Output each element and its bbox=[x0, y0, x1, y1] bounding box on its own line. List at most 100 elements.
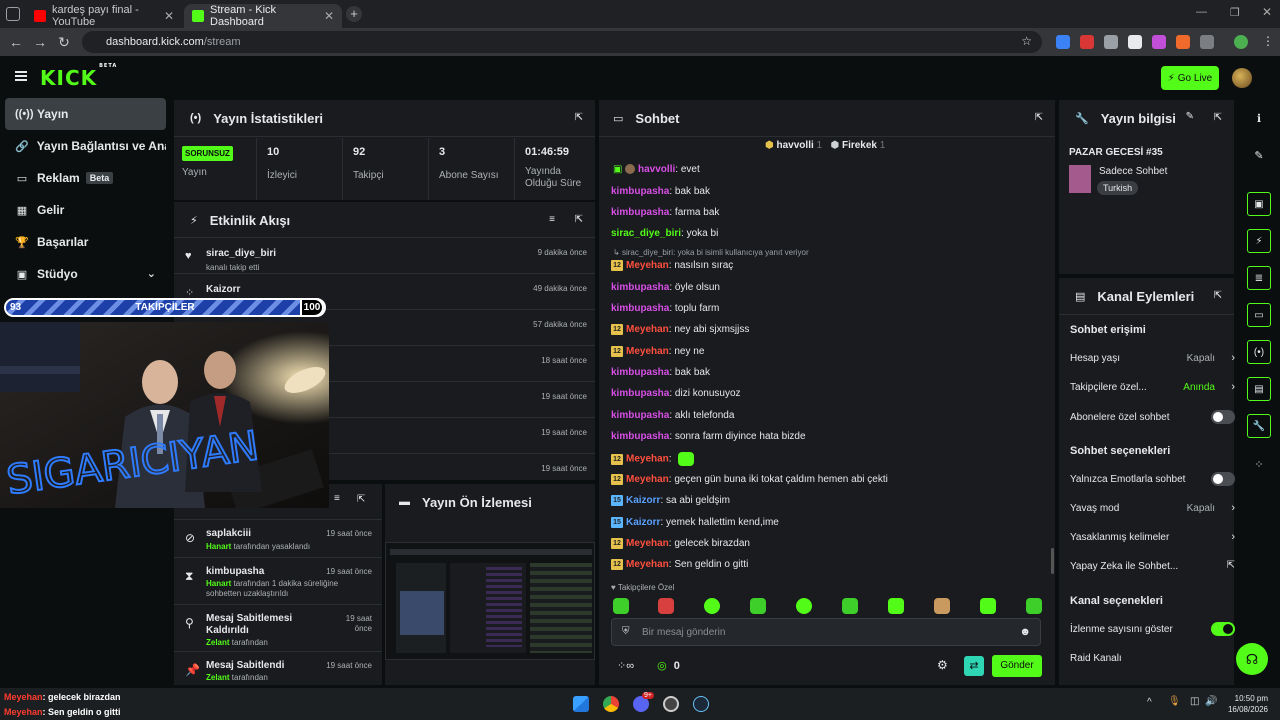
close-tab-icon[interactable]: ✕ bbox=[164, 9, 174, 23]
sidebar-item-reklam[interactable]: ▭ Reklam Beta bbox=[5, 162, 166, 194]
kebab-menu-icon[interactable]: ⋮ bbox=[1262, 34, 1274, 48]
minimize-button[interactable]: — bbox=[1196, 6, 1207, 18]
banned-words-setting[interactable]: Yasaklanmış kelimeler › bbox=[1070, 531, 1235, 543]
chat-username[interactable]: Meyehan bbox=[626, 346, 669, 357]
quick-emote-button[interactable]: ⇄ bbox=[964, 656, 984, 676]
steam-icon[interactable] bbox=[693, 696, 709, 712]
forward-icon[interactable]: → bbox=[28, 34, 52, 50]
emoji-icon[interactable]: ☻ bbox=[1019, 626, 1031, 638]
url-field[interactable]: dashboard.kick.com/stream ☆ bbox=[82, 31, 1042, 53]
rail-activity-icon[interactable]: ⚡ bbox=[1247, 229, 1271, 253]
sidebar-item-studyo[interactable]: ▣ Stüdyo ⌄ bbox=[5, 258, 166, 290]
emote-icon[interactable] bbox=[1026, 598, 1042, 614]
profile-icon[interactable] bbox=[1234, 35, 1248, 49]
chat-username[interactable]: kimbupasha bbox=[611, 410, 669, 421]
rail-stats-icon[interactable]: ▣ bbox=[1247, 192, 1271, 216]
emote-icon[interactable] bbox=[704, 598, 720, 614]
extension-icon[interactable] bbox=[1104, 35, 1118, 49]
chat-username[interactable]: Meyehan bbox=[626, 559, 669, 570]
chat-username[interactable]: kimbupasha bbox=[611, 186, 669, 197]
reload-icon[interactable]: ↻ bbox=[52, 34, 76, 51]
popout-icon[interactable]: ⇱ bbox=[357, 494, 365, 505]
extension-icon[interactable] bbox=[1080, 35, 1094, 49]
chat-username[interactable]: kimbupasha bbox=[611, 282, 669, 293]
settings-gear-icon[interactable]: ⚙ bbox=[937, 658, 948, 672]
rail-actions-icon[interactable]: ▤ bbox=[1247, 377, 1271, 401]
bookmark-star-icon[interactable]: ☆ bbox=[1021, 34, 1032, 48]
chat-username[interactable]: kimbupasha bbox=[611, 431, 669, 442]
chat-scrollbar[interactable] bbox=[1051, 548, 1054, 574]
popout-icon[interactable]: ⇱ bbox=[1214, 112, 1222, 123]
emote-icon[interactable] bbox=[658, 598, 674, 614]
chat-username[interactable]: Kaizorr bbox=[626, 495, 660, 506]
chat-username[interactable]: sirac_diye_biri bbox=[611, 228, 681, 239]
tab-youtube[interactable]: kardeş payı final - YouTube ✕ bbox=[26, 4, 182, 28]
stream-preview-video[interactable] bbox=[385, 542, 595, 660]
rail-stream-icon[interactable]: (•) bbox=[1247, 340, 1271, 364]
clock[interactable]: 10:50 pm 16/08/2026 bbox=[1226, 693, 1268, 715]
chat-input[interactable]: ⛨ Bir mesaj gönderin ☻ bbox=[611, 618, 1041, 646]
popout-icon[interactable]: ⇱ bbox=[575, 112, 583, 123]
extensions-puzzle-icon[interactable] bbox=[1200, 35, 1214, 49]
obs-icon[interactable] bbox=[663, 696, 679, 712]
emote-icon[interactable] bbox=[613, 598, 629, 614]
subs-only-toggle[interactable] bbox=[1211, 410, 1235, 424]
kicks-icon[interactable]: ⁘∞ bbox=[617, 660, 634, 672]
raid-setting[interactable]: Raid Kanalı bbox=[1070, 653, 1235, 664]
send-button[interactable]: Gönder bbox=[992, 655, 1042, 677]
emote-icon[interactable] bbox=[750, 598, 766, 614]
filter-icon[interactable]: ≡ bbox=[334, 493, 340, 504]
kicks-icon[interactable]: ⁘ bbox=[1247, 452, 1271, 476]
extension-icon[interactable] bbox=[1176, 35, 1190, 49]
go-live-button[interactable]: ⚡ Go Live bbox=[1161, 66, 1219, 90]
rail-wrench-icon[interactable]: 🔧 bbox=[1247, 414, 1271, 438]
info-icon[interactable]: ℹ bbox=[1247, 106, 1271, 130]
stream-category[interactable]: Sadece Sohbet bbox=[1099, 166, 1167, 177]
kick-logo[interactable]: KICK BETA bbox=[40, 63, 117, 90]
edit-icon[interactable]: ✎ bbox=[1186, 111, 1194, 122]
network-icon[interactable]: ◫ bbox=[1190, 696, 1199, 707]
chat-username[interactable]: Meyehan bbox=[626, 454, 669, 465]
chat-username[interactable]: havvolli bbox=[638, 164, 675, 175]
close-tab-icon[interactable]: ✕ bbox=[324, 9, 334, 23]
hamburger-menu-icon[interactable] bbox=[15, 71, 27, 81]
windows-start-icon[interactable] bbox=[573, 696, 589, 712]
sidebar-item-basarilar[interactable]: 🏆 Başarılar bbox=[5, 226, 166, 258]
sidebar-item-yayin[interactable]: ((•)) Yayın bbox=[5, 98, 166, 130]
popout-icon[interactable]: ⇱ bbox=[1214, 290, 1222, 301]
extension-icon[interactable] bbox=[1128, 35, 1142, 49]
emote-icon[interactable] bbox=[842, 598, 858, 614]
rail-chat-icon[interactable]: ▭ bbox=[1247, 303, 1271, 327]
channel-points-icon[interactable]: ◎ bbox=[657, 660, 667, 672]
show-viewers-toggle[interactable] bbox=[1211, 622, 1235, 636]
ai-chat-setting[interactable]: Yapay Zeka ile Sohbet... ⇱ bbox=[1070, 560, 1235, 572]
extension-icon[interactable] bbox=[1056, 35, 1070, 49]
popout-icon[interactable]: ⇱ bbox=[575, 214, 583, 225]
chat-username[interactable]: Meyehan bbox=[626, 538, 669, 549]
tab-kick[interactable]: Stream - Kick Dashboard ✕ bbox=[184, 4, 342, 28]
emote-icon[interactable] bbox=[888, 598, 904, 614]
filter-icon[interactable]: ≡ bbox=[549, 214, 555, 225]
chat-username[interactable]: kimbupasha bbox=[611, 207, 669, 218]
emote-only-toggle[interactable] bbox=[1211, 472, 1235, 486]
tab-search-icon[interactable] bbox=[6, 7, 20, 21]
new-tab-button[interactable]: + bbox=[346, 6, 362, 22]
avatar[interactable] bbox=[1232, 68, 1252, 88]
close-window-button[interactable]: ✕ bbox=[1262, 5, 1272, 19]
chat-username[interactable]: Meyehan bbox=[626, 324, 669, 335]
chat-username[interactable]: Meyehan bbox=[626, 474, 669, 485]
edit-icon[interactable]: ✎ bbox=[1247, 143, 1271, 167]
back-icon[interactable]: ← bbox=[4, 34, 28, 50]
chat-username[interactable]: kimbupasha bbox=[611, 388, 669, 399]
emote-icon[interactable] bbox=[796, 598, 812, 614]
chat-username[interactable]: kimbupasha bbox=[611, 367, 669, 378]
emote-icon[interactable] bbox=[934, 598, 950, 614]
slow-mode-setting[interactable]: Yavaş mod Kapalı › bbox=[1070, 502, 1235, 514]
extension-icon[interactable] bbox=[1152, 35, 1166, 49]
chat-username[interactable]: Meyehan bbox=[626, 260, 669, 271]
chat-username[interactable]: Kaizorr bbox=[626, 517, 660, 528]
rail-modlog-icon[interactable]: ≣ bbox=[1247, 266, 1271, 290]
account-age-setting[interactable]: Hesap yaşı Kapalı › bbox=[1070, 352, 1235, 364]
maximize-button[interactable]: ❐ bbox=[1230, 6, 1240, 19]
followers-only-setting[interactable]: Takipçilere özel... Anında › bbox=[1070, 381, 1235, 393]
